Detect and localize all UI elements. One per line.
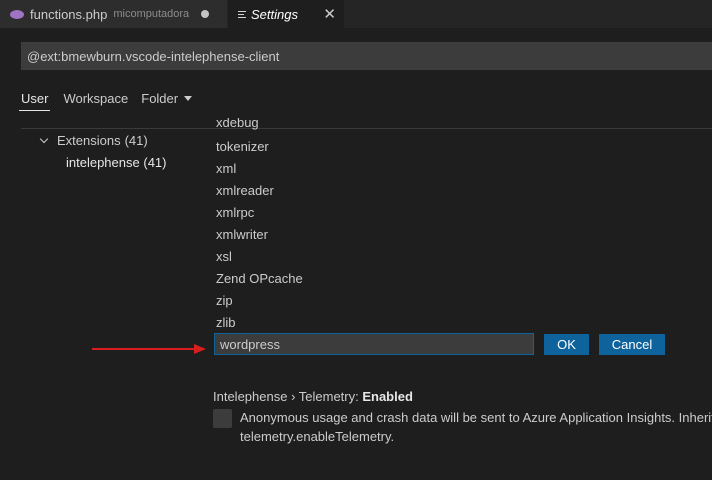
chevron-down-icon[interactable] (184, 96, 193, 102)
toc-label: intelephense (66, 155, 140, 170)
list-item[interactable]: xmlwriter (216, 224, 303, 246)
description-line: telemetry.enableTelemetry. (240, 429, 395, 444)
setting-title-telemetry: Intelephense › Telemetry: Enabled (213, 389, 413, 404)
unsaved-dot-icon[interactable] (201, 10, 210, 18)
list-item[interactable]: xml (216, 158, 303, 180)
tab-title: functions.php (30, 6, 108, 22)
tab-title: Settings (251, 6, 298, 22)
cancel-button[interactable]: Cancel (599, 334, 665, 355)
list-item[interactable]: xmlrpc (216, 202, 303, 224)
list-item[interactable]: Zend OPcache (216, 268, 303, 290)
toc-item-intelephense[interactable]: intelephense (41) (66, 155, 166, 170)
list-item[interactable]: zlib (216, 312, 303, 334)
settings-search-input[interactable]: @ext:bmewburn.vscode-intelephense-client (21, 42, 712, 70)
editor-tab-bar: functions.php micomputadora Settings ✕ (0, 0, 712, 28)
setting-title-value: Enabled (362, 389, 413, 404)
tab-description: micomputadora (113, 8, 190, 20)
setting-description: Anonymous usage and crash data will be s… (240, 408, 712, 446)
chevron-down-icon[interactable] (39, 134, 49, 143)
tab-functions-php[interactable]: functions.php micomputadora (0, 0, 228, 28)
telemetry-checkbox[interactable] (213, 409, 232, 428)
close-icon[interactable]: ✕ (323, 5, 336, 23)
description-line: Anonymous usage and crash data will be s… (240, 410, 712, 425)
list-item[interactable]: xdebug (216, 118, 303, 136)
annotation-arrow-shaft (92, 348, 198, 350)
stubs-list: xdebug tokenizer xml xmlreader xmlrpc xm… (216, 118, 303, 334)
tab-workspace[interactable]: Workspace (63, 88, 128, 106)
setting-title-prefix: Intelephense › Telemetry: (213, 389, 363, 404)
list-item[interactable]: xmlreader (216, 180, 303, 202)
tab-settings[interactable]: Settings ✕ (228, 0, 344, 28)
toc-count: (41) (143, 155, 167, 170)
tab-folder[interactable]: Folder (141, 88, 193, 106)
header-divider (21, 128, 712, 129)
list-item[interactable]: xsl (216, 246, 303, 268)
ok-button[interactable]: OK (544, 334, 589, 355)
toc-label: Extensions (57, 133, 121, 148)
list-item[interactable]: tokenizer (216, 136, 303, 158)
list-item[interactable]: zip (216, 290, 303, 312)
annotation-arrow-icon (194, 344, 206, 354)
toc-count: (41) (124, 133, 148, 148)
stub-edit-input[interactable]: wordpress (214, 333, 534, 355)
php-elephant-icon (10, 9, 24, 19)
toc-item-extensions[interactable]: Extensions (41) (39, 133, 148, 148)
settings-lines-icon (238, 10, 246, 18)
settings-scope-tabs: User Workspace Folder (19, 88, 205, 114)
tab-folder-label: Folder (141, 91, 179, 106)
tab-user[interactable]: User (19, 88, 51, 111)
